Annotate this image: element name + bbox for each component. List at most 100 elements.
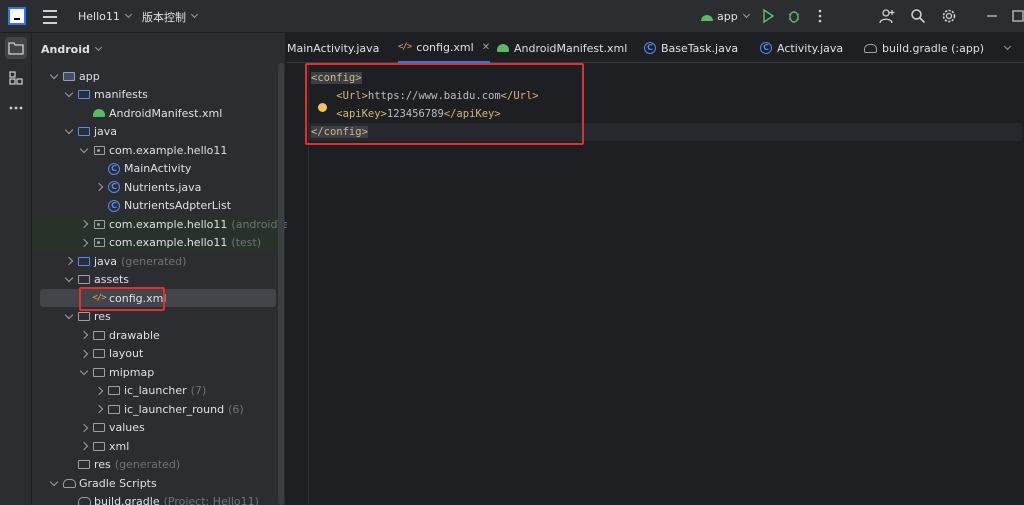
project-switcher[interactable]: Hello11 bbox=[78, 0, 132, 33]
tree-item[interactable]: layout bbox=[40, 345, 276, 363]
tree-item-label: java bbox=[94, 125, 118, 138]
chevron-down-icon bbox=[742, 10, 750, 19]
editor-tab[interactable]: MainActivity.java bbox=[287, 33, 379, 63]
add-user-icon[interactable] bbox=[879, 8, 895, 24]
folder-icon bbox=[92, 439, 106, 453]
project-tool-button[interactable] bbox=[5, 37, 27, 59]
tree-item[interactable]: mipmap bbox=[40, 363, 276, 381]
title-bar: Hello11 版本控制 app bbox=[0, 0, 1024, 33]
tree-item[interactable]: assets bbox=[40, 271, 276, 289]
chevron-down-icon[interactable] bbox=[63, 126, 75, 138]
tree-item-label: manifests bbox=[94, 88, 148, 101]
tabs-overflow-button[interactable] bbox=[999, 33, 1012, 63]
source-folder-icon bbox=[77, 125, 91, 139]
tree-item[interactable]: res (generated) bbox=[40, 456, 276, 474]
chevron-right-icon[interactable] bbox=[78, 218, 90, 230]
editor-tab[interactable]: </> config.xml ✕ bbox=[398, 33, 491, 63]
chevron-down-icon[interactable] bbox=[63, 311, 75, 323]
folder-icon bbox=[77, 273, 91, 287]
chevron-right-icon[interactable] bbox=[93, 385, 105, 397]
tree-item[interactable]: com.example.hello11 bbox=[40, 141, 276, 159]
tree-item[interactable]: com.example.hello11 (test) bbox=[32, 233, 278, 252]
editor-tab[interactable]: build.gradle (:app) bbox=[864, 33, 984, 63]
tree-item[interactable]: java (generated) bbox=[40, 252, 276, 270]
main-menu-icon[interactable] bbox=[42, 0, 58, 33]
tree-item[interactable]: C MainActivity bbox=[40, 160, 276, 178]
chevron-down-icon[interactable] bbox=[63, 274, 75, 286]
more-actions-icon[interactable] bbox=[812, 8, 828, 24]
tree-item[interactable]: ic_launcher (7) bbox=[40, 382, 276, 400]
chevron-right-icon[interactable] bbox=[78, 329, 90, 341]
tree-item[interactable]: AndroidManifest.xml bbox=[40, 104, 276, 122]
minimize-icon[interactable] bbox=[984, 8, 1000, 24]
project-view-label: Android bbox=[41, 42, 90, 56]
tree-item-label: xml bbox=[109, 439, 130, 453]
more-tools-button[interactable] bbox=[5, 97, 27, 119]
project-view-selector[interactable]: Android bbox=[41, 41, 102, 57]
package-icon bbox=[92, 217, 106, 231]
more-horizontal-icon bbox=[9, 106, 23, 110]
tree-item-label: Gradle Scripts bbox=[79, 476, 157, 490]
tree-item[interactable]: manifests bbox=[40, 86, 276, 104]
chevron-down-icon[interactable] bbox=[78, 144, 90, 156]
structure-tool-button[interactable] bbox=[5, 67, 27, 89]
class-icon: C bbox=[107, 162, 121, 176]
tree-item[interactable]: Gradle Scripts bbox=[40, 474, 276, 492]
tree-item[interactable]: drawable bbox=[40, 326, 276, 344]
vertical-scrollbar[interactable] bbox=[278, 63, 284, 505]
chevron-down-icon[interactable] bbox=[48, 70, 60, 82]
tree-item-label: values bbox=[109, 421, 145, 434]
tree-item-label: NutrientsAdpterList bbox=[124, 199, 232, 212]
settings-gear-icon[interactable] bbox=[941, 8, 957, 24]
debug-icon[interactable] bbox=[786, 8, 802, 24]
highlight-box bbox=[79, 287, 165, 311]
folder-icon bbox=[92, 328, 106, 342]
tree-item[interactable]: build.gradle (Project: Hello11) bbox=[40, 493, 276, 505]
editor-tabs: MainActivity.java </> config.xml ✕ AndroidMa… bbox=[287, 33, 1024, 63]
tree-item[interactable]: C NutrientsAdpterList bbox=[40, 197, 276, 215]
tree-item-label: com.example.hello11 bbox=[109, 236, 228, 249]
chevron-right-icon[interactable] bbox=[93, 181, 105, 193]
tree-item[interactable]: C Nutrients.java bbox=[40, 178, 276, 196]
tree-item-label: com.example.hello11 bbox=[109, 217, 228, 231]
class-icon: C bbox=[107, 180, 121, 194]
editor-tab[interactable]: C Activity.java bbox=[760, 33, 843, 63]
chevron-down-icon[interactable] bbox=[78, 366, 90, 378]
run-config-selector[interactable]: app bbox=[700, 0, 750, 33]
tree-item[interactable]: values bbox=[40, 419, 276, 437]
editor-tab[interactable]: AndroidManifest.xml bbox=[497, 33, 627, 63]
chevron-right-icon[interactable] bbox=[78, 422, 90, 434]
close-icon[interactable]: ✕ bbox=[482, 42, 490, 53]
search-icon[interactable] bbox=[910, 8, 926, 24]
chevron-right-icon[interactable] bbox=[78, 440, 90, 452]
tree-item-suffix: (7) bbox=[190, 384, 207, 397]
tree-item[interactable]: java bbox=[40, 123, 276, 141]
tree-item[interactable]: app bbox=[40, 67, 276, 85]
chevron-right-icon[interactable] bbox=[63, 255, 75, 267]
tool-window-strip bbox=[0, 33, 32, 505]
chevron-right-icon[interactable] bbox=[78, 237, 90, 249]
folder-icon bbox=[107, 402, 121, 416]
tree-item[interactable]: xml bbox=[40, 437, 276, 455]
folder-icon bbox=[107, 384, 121, 398]
folder-icon bbox=[8, 42, 24, 55]
maximize-icon[interactable] bbox=[1012, 8, 1024, 24]
editor-tab-label: BaseTask.java bbox=[661, 41, 739, 55]
tree-item-label: res bbox=[94, 458, 111, 471]
run-icon[interactable] bbox=[760, 8, 776, 24]
chevron-down-icon[interactable] bbox=[48, 477, 60, 489]
chevron-right-icon[interactable] bbox=[93, 403, 105, 415]
tree-item[interactable]: ic_launcher_round (6) bbox=[40, 400, 276, 418]
tree-item-suffix: (test) bbox=[231, 236, 262, 249]
chevron-down-icon[interactable] bbox=[63, 89, 75, 101]
vcs-label: 版本控制 bbox=[142, 10, 186, 24]
vcs-menu[interactable]: 版本控制 bbox=[142, 0, 199, 33]
tree-item-label: MainActivity bbox=[124, 162, 192, 175]
class-icon: C bbox=[760, 42, 772, 54]
chevron-right-icon[interactable] bbox=[78, 348, 90, 360]
tree-item[interactable]: com.example.hello11 (androidTest) bbox=[32, 215, 303, 233]
editor-tab[interactable]: C BaseTask.java bbox=[644, 33, 738, 63]
